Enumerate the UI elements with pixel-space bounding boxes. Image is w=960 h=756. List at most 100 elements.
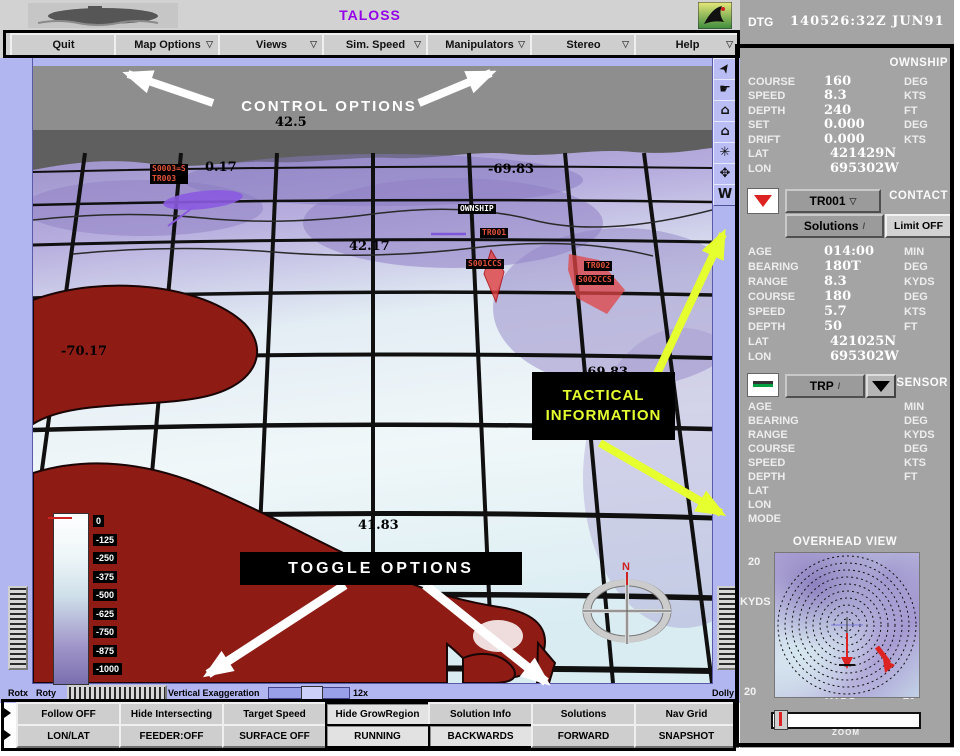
field-unit	[910, 148, 948, 160]
app-title: TALOSS	[0, 7, 740, 23]
field-unit: FT	[904, 321, 948, 333]
field-value: 180	[824, 291, 904, 303]
snapshot-button[interactable]: SNAPSHOT	[634, 724, 739, 748]
dropdown-arrow-icon: ▽	[726, 39, 733, 50]
field-unit: DEG	[904, 76, 948, 88]
depth-tick: -250	[93, 552, 117, 564]
field-label: DRIFT	[748, 134, 824, 146]
surface-toggle-button[interactable]: SURFACE OFF	[222, 724, 327, 748]
vertical-exaggeration-slider-handle[interactable]	[301, 686, 323, 700]
slash-icon: /	[838, 381, 841, 391]
field-label: LON	[748, 163, 824, 175]
field-unit: FT	[904, 105, 948, 117]
menu-stereo[interactable]: Stereo▽	[530, 33, 637, 57]
sensor-symbol-box	[747, 373, 779, 397]
feeder-toggle-button[interactable]: FEEDER:OFF	[119, 724, 224, 748]
track-label-s002ccs[interactable]: S002CCS	[576, 275, 614, 285]
track-id: S0003=S	[152, 164, 186, 173]
field-value: 180T	[824, 261, 904, 273]
depth-tick: -625	[93, 608, 117, 620]
field-label: LON	[748, 351, 824, 363]
contact-row: SPEED5.7KTS	[748, 306, 948, 318]
forward-button[interactable]: FORWARD	[531, 724, 636, 748]
menu-manipulators[interactable]: Manipulators▽	[426, 33, 533, 57]
contact-row: LON695302W	[748, 351, 948, 363]
overhead-unit-label: KYDS	[740, 596, 771, 608]
toolbar-row2-marker[interactable]	[4, 730, 11, 740]
track-label-tr002[interactable]: TR002	[584, 261, 612, 271]
overhead-zoom-handle[interactable]	[774, 710, 788, 730]
control-options-callout: CONTROL OPTIONS	[231, 98, 427, 115]
dolly-thumbwheel[interactable]	[717, 586, 737, 670]
overhead-range-rings	[775, 553, 919, 697]
track-id: OWNSHIP	[460, 204, 494, 213]
overhead-zoom-slider[interactable]	[771, 712, 921, 729]
track-label-tr001[interactable]: TR001	[480, 228, 508, 238]
home-view-button[interactable]: ⌂	[713, 100, 737, 122]
menu-help[interactable]: Help ▽	[634, 33, 741, 57]
starburst-icon: ✳	[720, 145, 731, 160]
field-value	[824, 485, 904, 497]
track-id: TR003	[152, 174, 176, 183]
contact-row: DEPTH50FT	[748, 321, 948, 333]
track-label-ownship[interactable]: OWNSHIP	[458, 204, 496, 214]
nav-grid-button[interactable]: Nav Grid	[634, 702, 739, 726]
solutions-button[interactable]: Solutions	[531, 702, 636, 726]
field-label: BEARING	[748, 415, 824, 427]
pan-tool-button[interactable]: ✥	[713, 163, 737, 185]
vertical-exaggeration-slider[interactable]	[268, 687, 350, 699]
solution-info-button[interactable]: Solution Info	[428, 702, 533, 726]
roty-thumbwheel[interactable]	[67, 685, 167, 702]
vertical-exaggeration-label: Vertical Exaggeration	[168, 688, 260, 698]
field-unit: FT	[904, 471, 948, 483]
field-value: 014:00	[824, 246, 904, 258]
track-label-s001ccs[interactable]: S001CCS	[466, 259, 504, 269]
backwards-button[interactable]: BACKWARDS	[428, 724, 533, 748]
grid-label: 0.17	[205, 160, 237, 175]
limit-toggle-button[interactable]: Limit OFF	[885, 214, 952, 238]
overhead-view-display[interactable]	[774, 552, 920, 698]
field-value	[824, 513, 904, 525]
toolbar-row1-marker[interactable]	[4, 708, 11, 718]
hide-intersecting-button[interactable]: Hide Intersecting	[119, 702, 224, 726]
sensor-line-icon	[753, 384, 773, 387]
target-speed-button[interactable]: Target Speed	[222, 702, 327, 726]
lonlat-toggle-button[interactable]: LON/LAT	[16, 724, 121, 748]
field-label: SPEED	[748, 457, 824, 469]
depth-scale-marker	[48, 517, 72, 519]
sensor-selector-dropdown[interactable]: TRP/	[785, 374, 865, 398]
depth-tick: -125	[93, 534, 117, 546]
field-unit: DEG	[904, 119, 948, 131]
hand-tool-button[interactable]: ☛	[713, 79, 737, 101]
field-unit: KTS	[904, 90, 948, 102]
menu-label: Stereo	[566, 39, 600, 51]
starburst-tool-button[interactable]: ✳	[713, 142, 737, 164]
overhead-range-label: 20	[744, 686, 756, 698]
rotx-thumbwheel[interactable]	[8, 586, 28, 670]
field-label: LAT	[748, 485, 824, 497]
sensor-row: AGEMIN	[748, 401, 948, 413]
track-label-s0003[interactable]: S0003=STR003	[150, 164, 188, 184]
field-label: COURSE	[748, 76, 824, 88]
depth-tick: -500	[93, 589, 117, 601]
button-label: BACKWARDS	[447, 731, 513, 742]
wireframe-toggle-button[interactable]: W	[713, 184, 737, 206]
menu-sim-speed[interactable]: Sim. Speed▽	[322, 33, 429, 57]
follow-toggle-button[interactable]: Follow OFF	[16, 702, 121, 726]
contact-row: AGE014:00MIN	[748, 246, 948, 258]
menu-views[interactable]: Views▽	[218, 33, 325, 57]
set-home-view-button[interactable]: ⌂	[713, 121, 737, 143]
field-value	[824, 401, 904, 413]
map-3d-viewport[interactable]: 42.5 -69.83 42.17 -70.17 -69.83 41.83 0.…	[33, 58, 712, 683]
running-toggle-button[interactable]: RUNNING	[325, 724, 430, 748]
field-unit: DEG	[904, 291, 948, 303]
menu-quit[interactable]: Quit	[10, 33, 117, 57]
hide-growregion-button[interactable]: Hide GrowRegion	[325, 702, 430, 726]
solutions-dropdown[interactable]: Solutions/	[785, 214, 884, 238]
menu-label: Help	[676, 39, 700, 51]
field-unit: KTS	[904, 134, 948, 146]
menu-map-options[interactable]: Map Options▽	[114, 33, 221, 57]
pointer-tool-button[interactable]: ➤	[713, 58, 737, 80]
field-unit: MIN	[904, 246, 948, 258]
field-value: 0.000	[824, 134, 904, 146]
